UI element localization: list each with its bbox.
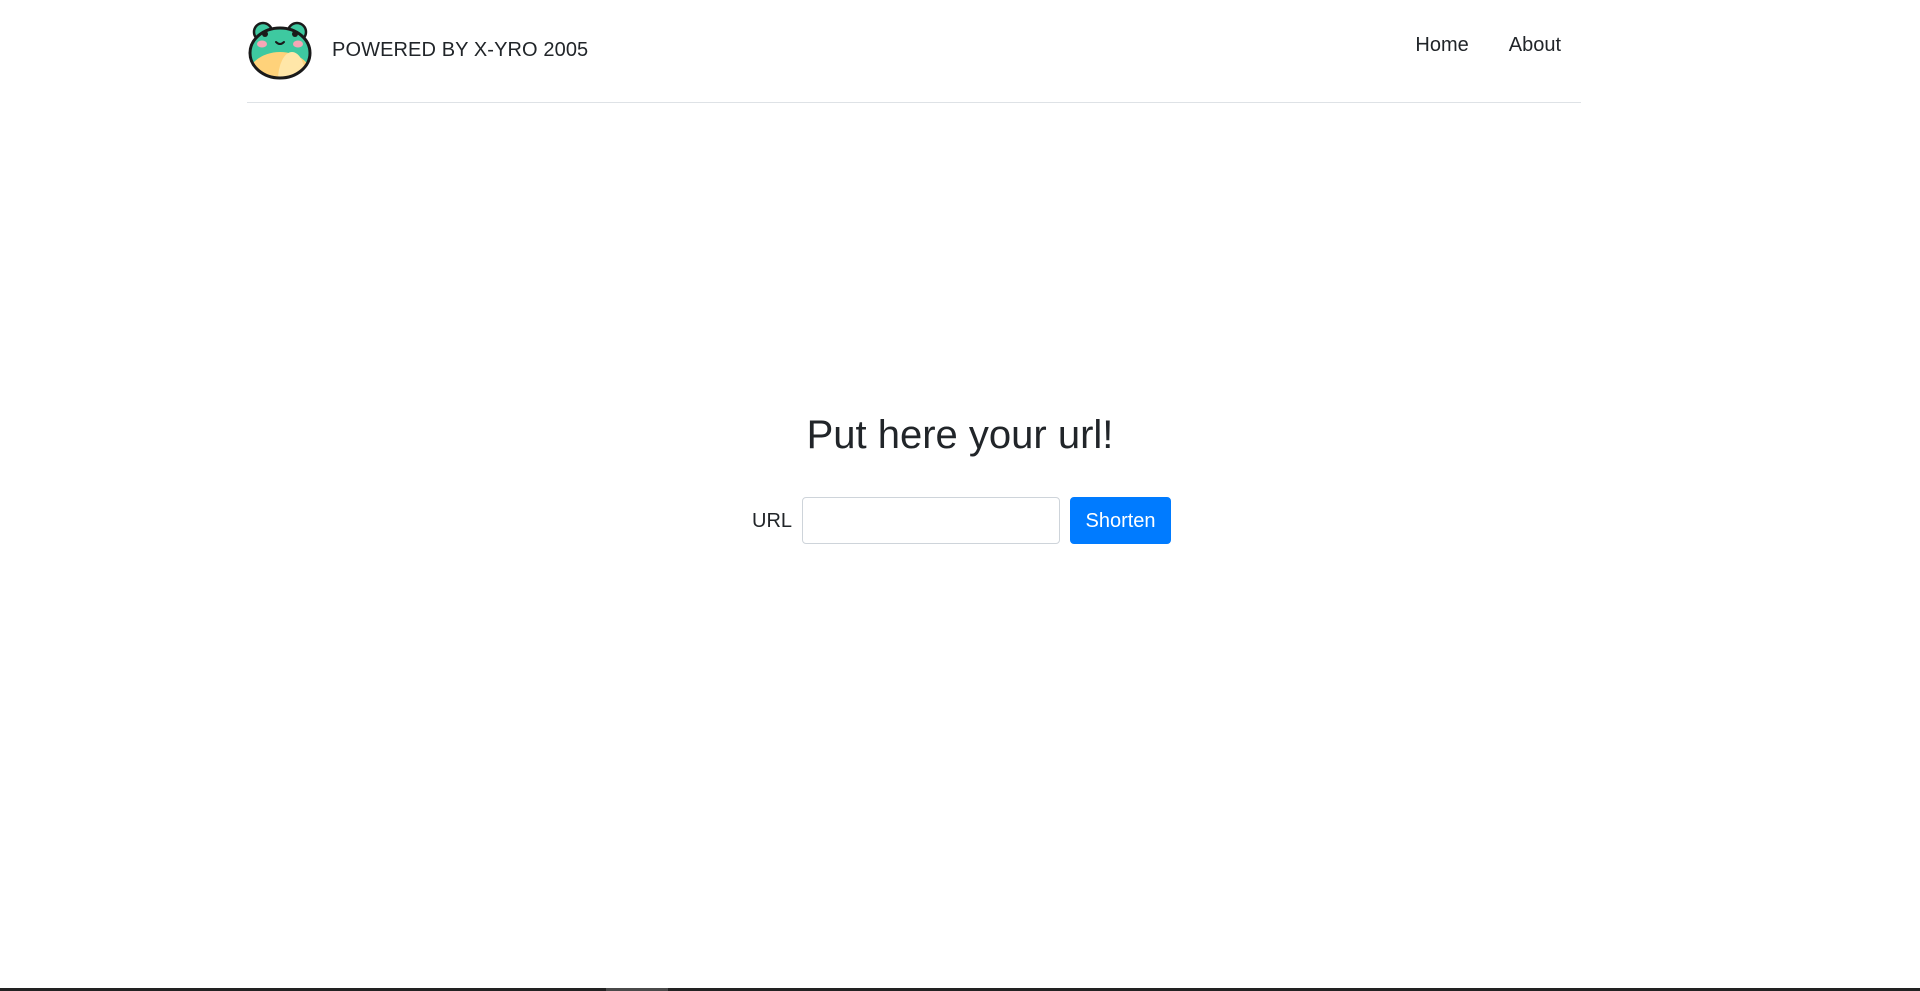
brand-title: POWERED BY X-YRO 2005 xyxy=(332,39,589,61)
main-content: Put here your url! URL Shorten xyxy=(0,411,1920,544)
nav-about-link[interactable]: About xyxy=(1489,33,1581,57)
page-title: Put here your url! xyxy=(806,413,1114,457)
shorten-button[interactable]: Shorten xyxy=(1070,497,1172,544)
site-header: POWERED BY X-YRO 2005 Home About xyxy=(247,0,1581,103)
page: POWERED BY X-YRO 2005 Home About Put her… xyxy=(0,0,1920,991)
shorten-form: URL Shorten xyxy=(752,497,1172,544)
url-input[interactable] xyxy=(802,497,1061,544)
nav-home-link[interactable]: Home xyxy=(1395,33,1488,57)
brand-link[interactable]: POWERED BY X-YRO 2005 xyxy=(247,20,588,80)
frog-logo-icon xyxy=(248,21,312,80)
url-label: URL xyxy=(752,509,793,532)
main-nav: Home About xyxy=(1395,33,1581,57)
